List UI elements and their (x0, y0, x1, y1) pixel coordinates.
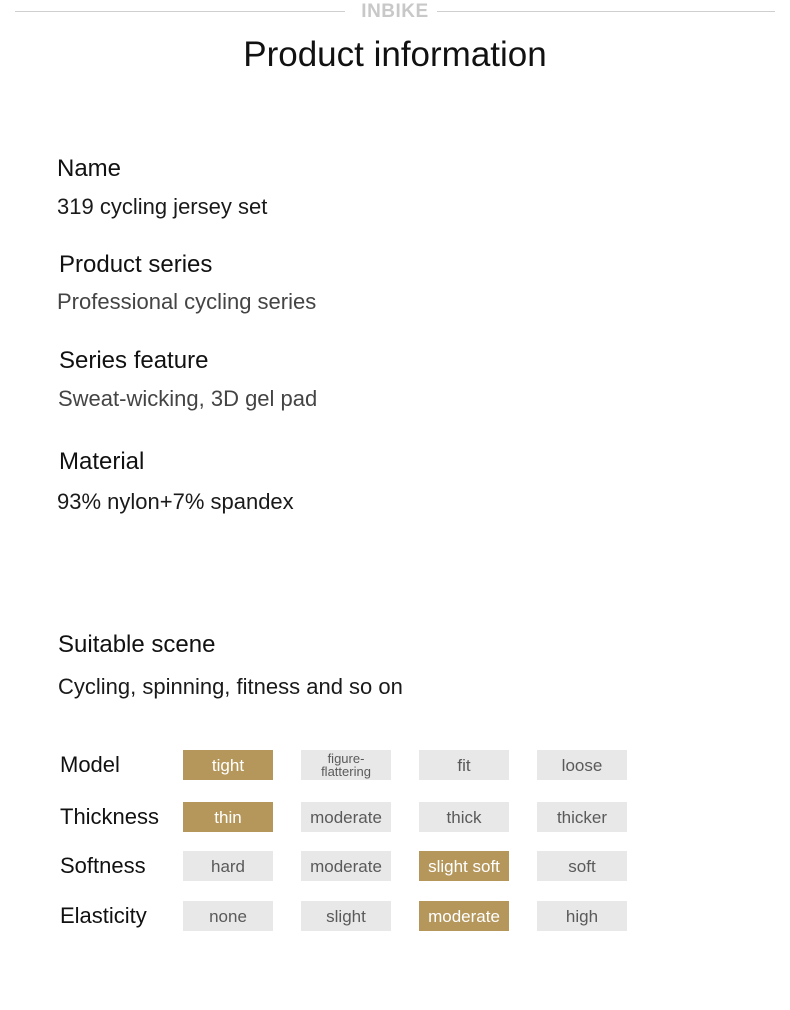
attribute-option: figure- flattering (301, 750, 391, 780)
attribute-option: slight soft (419, 851, 509, 881)
info-series-value: Professional cycling series (57, 289, 317, 314)
attribute-option: high (537, 901, 627, 931)
attribute-option: thin (183, 802, 273, 832)
info-scene-value: Cycling, spinning, fitness and so on (58, 674, 403, 699)
info-name-label: Name (57, 155, 122, 182)
attribute-option: fit (419, 750, 509, 780)
attribute-option: slight (301, 901, 391, 931)
attribute-option: thicker (537, 802, 627, 832)
info-feature-value: Sweat-wicking, 3D gel pad (58, 386, 318, 411)
attribute-label-model: Model (60, 752, 120, 777)
attribute-option: soft (537, 851, 627, 881)
info-name-value: 319 cycling jersey set (57, 194, 268, 219)
info-material-label: Material (59, 448, 145, 475)
attribute-option: moderate (301, 851, 391, 881)
info-feature-label: Series feature (59, 347, 209, 374)
attribute-option: moderate (419, 901, 509, 931)
attribute-label-softness: Softness (60, 853, 146, 878)
brand-divider-right (437, 11, 775, 12)
attribute-option: moderate (301, 802, 391, 832)
brand-divider-left (15, 11, 345, 12)
attribute-option: thick (419, 802, 509, 832)
attribute-option: tight (183, 750, 273, 780)
attribute-option: hard (183, 851, 273, 881)
attribute-option: none (183, 901, 273, 931)
attribute-option: loose (537, 750, 627, 780)
info-series-label: Product series (59, 251, 213, 278)
brand-logo: INBIKE (361, 1, 429, 22)
attribute-label-thickness: Thickness (60, 804, 160, 829)
attribute-label-elasticity: Elasticity (60, 903, 147, 928)
page-title: Product information (243, 35, 547, 74)
info-scene-label: Suitable scene (58, 631, 216, 658)
info-material-value: 93% nylon+7% spandex (57, 489, 294, 514)
